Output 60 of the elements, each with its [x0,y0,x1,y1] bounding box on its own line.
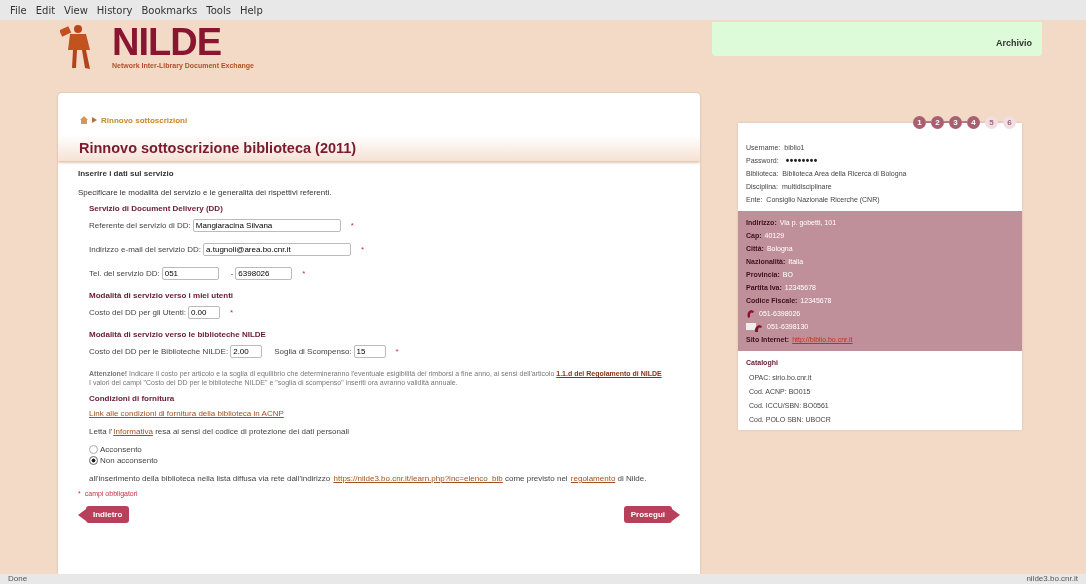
status-url: nilde3.bo.cnr.it [1026,574,1078,584]
step-indicator: 6 [1003,115,1016,129]
phone-icon [746,308,756,319]
privacy-text: Letta l'Informativa resa ai sensi del codice di protezione dei dati personali [89,427,351,436]
step-indicator: 4 [967,115,980,129]
group-title: Modalità di servizio verso le biblioteche NILDE [89,330,267,339]
fax-icon [746,320,764,333]
step-indicator: 2 [931,115,944,129]
field-label: Costo del DD per gli Utenti: [89,308,186,317]
group-title: Servizio di Document Delivery (DD) [89,204,224,213]
status-text: Done [8,574,28,584]
menu-item[interactable]: File [10,4,27,16]
menu-item[interactable]: Bookmarks [141,4,198,16]
radio-button[interactable] [89,456,98,465]
informativa-link[interactable]: Informativa [113,427,153,436]
group-title: Modalità di servizio verso i miei utenti [89,291,235,300]
field-label: Soglia di Scompenso: [274,347,352,356]
input-field[interactable]: a.tugnoli@area.bo.cnr.it [203,243,352,256]
home-icon[interactable] [80,116,88,124]
arrow-icon [92,117,97,123]
radio-button[interactable] [89,445,98,454]
menu-item[interactable]: History [96,4,133,16]
archive-link[interactable]: Archivio [996,38,1032,48]
menu-item[interactable]: Edit [35,4,56,16]
field-label: Referente del servizio di DD: [89,221,191,230]
arrow-icon [672,508,680,521]
menu-item[interactable]: Tools [206,4,231,16]
step-indicator: 1 [913,115,926,129]
required-mark: * [302,269,306,278]
logo-title: NILDE [112,22,222,62]
password-value: •••••••• [785,154,818,167]
conditions-link[interactable]: Link alle condizioni di fornitura della biblioteca in ACNP [89,409,284,418]
field-label: - [230,269,234,278]
radio-label: Acconsento [100,445,142,454]
menu-item[interactable]: View [64,4,88,16]
input-field[interactable]: 6398026 [235,267,293,280]
input-field[interactable]: 051 [161,267,219,280]
arrow-icon [78,508,86,521]
input-field[interactable]: Mangiaracina Silvana [192,219,341,232]
required-mark: * [361,245,365,254]
input-field[interactable]: 0.00 [187,306,220,319]
radio-label: Non acconsento [100,456,158,465]
field-label: Costo del DD per le Biblioteche NILDE: [89,347,229,356]
menu-item[interactable]: Help [239,4,263,16]
text-link[interactable]: https://nilde3.bo.cnr.it/learn.php?inc=elenco_bib [333,474,503,483]
required-mark: * [229,308,234,317]
section-title: Inserire i dati sul servizio [78,169,175,178]
input-field[interactable]: 15 [353,345,386,358]
field-label: Tel. del servizio DD: [89,269,160,278]
group-title: Condizioni di fornitura [89,394,176,403]
field-label: Indirizzo e-mail del servizio DD: [89,245,202,254]
required-mark: * [395,347,399,356]
required-mark: * [350,221,354,230]
input-field[interactable]: 2.00 [230,345,263,358]
listing-text: all'inserimento della biblioteca nella lista diffusa via rete dall'indirizzo https://nilde3.bo.cnr.it/learn.php?inc=elenco_bib come previsto nel regolamento di Nilde. [89,474,648,483]
step-indicator: 3 [949,115,962,129]
text-link[interactable]: regolamento [570,474,616,483]
page-title: Rinnovo sottoscrizione biblioteca (2011) [79,140,357,156]
step-indicator: 5 [985,115,998,129]
intro-text: Specificare le modalità del servizio e le generalità dei rispettivi referenti. [78,188,333,197]
